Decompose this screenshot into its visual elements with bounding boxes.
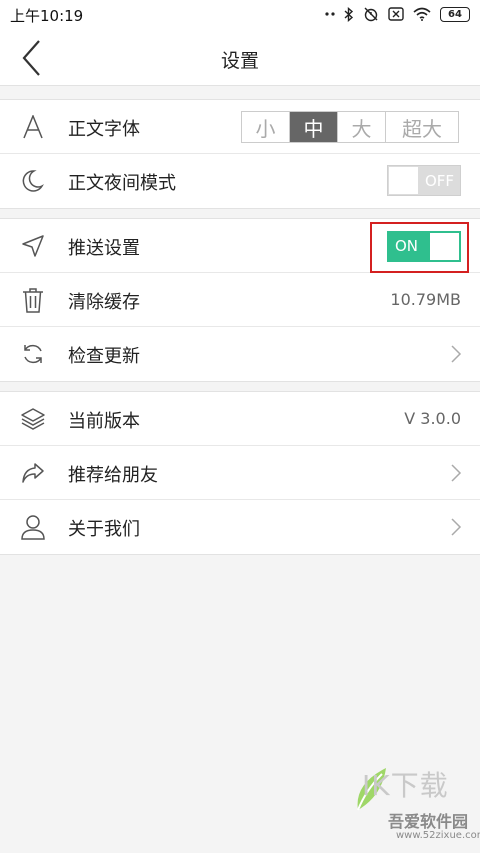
alarm-off-icon: [364, 7, 378, 22]
user-icon: [20, 514, 46, 540]
status-time: 上午10:19: [10, 7, 84, 25]
row-label: 当前版本: [68, 411, 140, 432]
wifi-icon: [413, 7, 431, 21]
font-option-large[interactable]: 大: [338, 112, 386, 142]
font-a-icon: [20, 114, 46, 140]
layers-icon: [20, 406, 46, 432]
font-option-xlarge[interactable]: 超大: [386, 112, 458, 142]
toggle-knob: [430, 233, 459, 260]
toggle-state-label: ON: [395, 237, 419, 255]
version-value: V 3.0.0: [404, 409, 461, 428]
row-label: 关于我们: [68, 519, 140, 540]
settings-group-display: 正文字体 小 中 大 超大 正文夜间模式 OFF: [0, 99, 480, 209]
status-bar: 上午10:19 64: [0, 0, 480, 30]
status-icons: 64: [325, 6, 470, 22]
font-size-selector[interactable]: 小 中 大 超大: [241, 111, 459, 143]
watermark-url: www.52zixue.com: [396, 830, 480, 841]
font-option-small[interactable]: 小: [242, 112, 290, 142]
moon-icon: [20, 168, 46, 194]
chevron-right-icon: [451, 345, 462, 363]
sim-off-icon: [388, 7, 404, 21]
row-label: 推荐给朋友: [68, 465, 158, 486]
settings-group-general: 推送设置 ON 清除缓存 10.79MB 检查更新: [0, 218, 480, 382]
page-title: 设置: [220, 50, 259, 72]
settings-row-font: 正文字体 小 中 大 超大: [0, 100, 480, 154]
settings-group-about: 当前版本 V 3.0.0 推荐给朋友 关于我们: [0, 391, 480, 555]
watermark: IK下载 吾爱软件园 www.52zixue.com: [348, 760, 480, 853]
settings-row-clear-cache[interactable]: 清除缓存 10.79MB: [0, 273, 480, 327]
settings-row-push: 推送设置 ON: [0, 219, 480, 273]
settings-row-check-update[interactable]: 检查更新: [0, 327, 480, 381]
battery-indicator: 64: [440, 6, 470, 22]
refresh-icon: [20, 341, 46, 367]
row-label: 清除缓存: [68, 292, 140, 313]
settings-row-night-mode: 正文夜间模式 OFF: [0, 154, 480, 208]
chevron-right-icon: [451, 464, 462, 482]
navigation-arrow-icon: [20, 233, 46, 259]
font-option-medium[interactable]: 中: [290, 112, 338, 142]
watermark-name: 吾爱软件园: [388, 812, 469, 831]
trash-icon: [20, 287, 46, 313]
nav-bar: 设置: [0, 30, 480, 86]
cache-size-value: 10.79MB: [390, 290, 461, 309]
dots-icon: [325, 12, 335, 16]
bluetooth-icon: [344, 6, 354, 22]
toggle-state-label: OFF: [424, 172, 454, 190]
push-toggle[interactable]: ON: [387, 231, 461, 262]
row-label: 推送设置: [68, 238, 140, 259]
row-label: 检查更新: [68, 346, 140, 367]
night-mode-toggle[interactable]: OFF: [387, 165, 461, 196]
chevron-right-icon: [451, 518, 462, 536]
watermark-top: IK下载: [362, 769, 449, 802]
settings-row-recommend[interactable]: 推荐给朋友: [0, 446, 480, 500]
toggle-knob: [389, 167, 418, 194]
row-label: 正文字体: [68, 119, 140, 140]
settings-row-about-us[interactable]: 关于我们: [0, 500, 480, 554]
settings-row-version: 当前版本 V 3.0.0: [0, 392, 480, 446]
row-label: 正文夜间模式: [68, 173, 176, 194]
share-arrow-icon: [20, 460, 46, 486]
